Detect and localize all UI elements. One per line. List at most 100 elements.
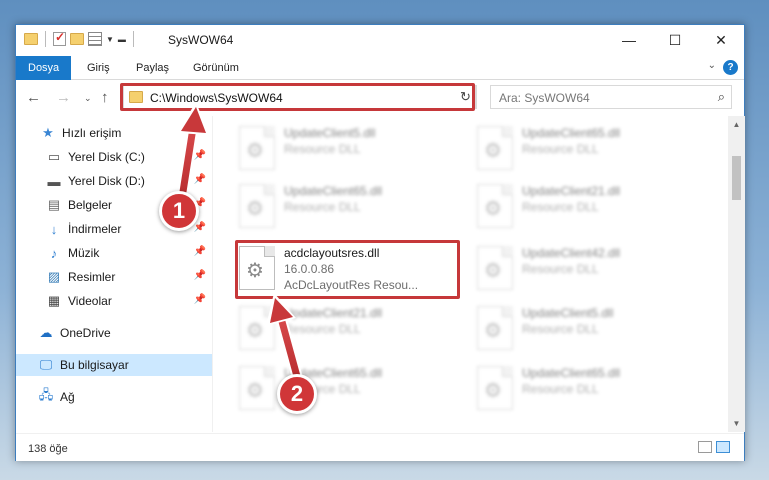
scrollbar-thumb[interactable] (732, 156, 741, 200)
minimize-button[interactable]: — (606, 25, 652, 55)
dll-file-icon: ⚙ (239, 366, 275, 410)
sidebar-item-disk-d[interactable]: ▬ Yerel Disk (D:) 📌 (16, 170, 212, 192)
file-name: UpdateClient42.dll (522, 246, 621, 260)
sidebar-item-label: Bu bilgisayar (60, 358, 129, 372)
ribbon-expand-icon[interactable]: ⌄ (708, 60, 716, 71)
sidebar-item-this-pc[interactable]: 🖵 Bu bilgisayar (16, 354, 212, 376)
search-placeholder[interactable]: Ara: SysWOW64 (499, 91, 590, 105)
step-2-badge: 2 (277, 374, 317, 414)
sidebar-item-network[interactable]: 🖧 Ağ (16, 386, 212, 408)
search-icon[interactable]: ⌕ (718, 89, 725, 105)
pin-icon[interactable]: 📌 (194, 270, 206, 281)
gear-icon: ⚙ (246, 320, 264, 342)
pin-icon[interactable]: 📌 (194, 294, 206, 305)
help-icon[interactable]: ? (723, 60, 738, 75)
dll-file-icon: ⚙ (239, 126, 275, 170)
dll-file-icon: ⚙ (477, 184, 513, 228)
sidebar-item-videos[interactable]: ▦ Videolar 📌 (16, 290, 212, 312)
sidebar-item-quick-access[interactable]: ★ Hızlı erişim (16, 122, 212, 144)
gear-icon: ⚙ (246, 198, 264, 220)
dll-file-icon: ⚙ (239, 184, 275, 228)
tab-gorunum[interactable]: Görünüm (193, 56, 239, 80)
list-item[interactable]: ⚙ UpdateClient65.dll Resource DLL (236, 178, 466, 234)
customize-toolbar-icon[interactable]: ▬ (118, 35, 126, 44)
file-highlight (235, 240, 460, 299)
pictures-icon: ▨ (47, 269, 61, 284)
list-item[interactable]: ⚙ UpdateClient65.dll Resource DLL (474, 120, 704, 176)
details-view-icon[interactable] (698, 441, 712, 453)
star-icon: ★ (42, 125, 54, 140)
sidebar-item-label: Resimler (68, 270, 116, 284)
file-name: UpdateClient65.dll (522, 126, 621, 140)
cloud-icon: ☁ (39, 325, 53, 340)
pin-icon[interactable]: 📌 (194, 222, 206, 233)
file-name: UpdateClient5.dll (284, 126, 376, 140)
file-type: Resource DLL (522, 200, 599, 214)
network-icon: 🖧 (38, 387, 54, 402)
search-box[interactable]: Ara: SysWOW64 ⌕ (490, 85, 732, 109)
sidebar-item-label: Yerel Disk (C:) (68, 150, 145, 164)
scroll-down-icon[interactable]: ▼ (728, 415, 745, 432)
list-item[interactable]: ⚙ UpdateClient42.dll Resource DLL (474, 240, 704, 296)
gear-icon: ⚙ (246, 380, 264, 402)
navigation-pane: ★ Hızlı erişim ▭ Yerel Disk (C:) 📌 ▬ Yer… (16, 116, 212, 432)
view-toggle (698, 441, 730, 453)
pin-icon[interactable]: 📌 (194, 246, 206, 257)
sidebar-item-label: Videolar (68, 294, 112, 308)
pin-icon[interactable]: 📌 (194, 174, 206, 185)
scroll-up-icon[interactable]: ▲ (728, 116, 745, 133)
close-button[interactable]: ✕ (698, 25, 744, 55)
dll-file-icon: ⚙ (477, 306, 513, 350)
tab-dosya[interactable]: Dosya (16, 56, 72, 80)
sidebar-item-label: Yerel Disk (D:) (68, 174, 145, 188)
quick-access-toolbar: ▼ ▬ (24, 30, 137, 47)
file-type: Resource DLL (284, 200, 361, 214)
list-item[interactable]: ⚙ UpdateClient21.dll Resource DLL (236, 300, 466, 356)
properties-icon[interactable] (88, 32, 102, 46)
chevron-down-icon[interactable]: ▼ (106, 35, 114, 44)
tab-giris[interactable]: Giriş (87, 56, 110, 80)
forward-arrow-icon[interactable]: → (56, 89, 71, 106)
list-item[interactable]: ⚙ UpdateClient65.dll Resource DLL (474, 360, 704, 416)
list-item[interactable]: ⚙ UpdateClient21.dll Resource DLL (474, 178, 704, 234)
dll-file-icon: ⚙ (239, 306, 275, 350)
tab-paylas[interactable]: Paylaş (136, 56, 169, 80)
dll-file-icon: ⚙ (477, 126, 513, 170)
sidebar-item-label: İndirmeler (68, 222, 122, 236)
folder-icon[interactable] (24, 33, 38, 45)
recent-locations-icon[interactable]: ⌄ (84, 93, 92, 104)
dll-file-icon: ⚙ (477, 246, 513, 290)
sidebar-item-label: Müzik (68, 246, 100, 260)
navigation-bar: ← → ⌄ ↑ C:\Windows\SysWOW64 ⌄ ↻ Ara: Sys… (16, 81, 744, 115)
title-bar: ▼ ▬ SysWOW64 — ☐ ✕ (16, 25, 744, 56)
properties-check-icon[interactable] (53, 30, 66, 46)
maximize-button[interactable]: ☐ (652, 25, 698, 55)
pin-icon[interactable]: 📌 (194, 150, 206, 161)
file-name: UpdateClient21.dll (522, 184, 621, 198)
file-type: Resource DLL (522, 262, 599, 276)
tiles-view-icon[interactable] (716, 441, 730, 453)
music-icon: ♪ (50, 245, 58, 261)
new-folder-icon[interactable] (70, 33, 84, 45)
sidebar-item-music[interactable]: ♪ Müzik 📌 (16, 242, 212, 264)
file-type: Resource DLL (522, 382, 599, 396)
sidebar-item-disk-c[interactable]: ▭ Yerel Disk (C:) 📌 (16, 146, 212, 168)
gear-icon: ⚙ (246, 140, 264, 162)
back-arrow-icon[interactable]: ← (26, 89, 41, 106)
vertical-scrollbar[interactable]: ▲ ▼ (728, 116, 745, 432)
list-item[interactable]: ⚙ UpdateClient5.dll Resource DLL (474, 300, 704, 356)
list-item[interactable]: ⚙ UpdateClient5.dll Resource DLL (236, 120, 466, 176)
step-1-badge: 1 (159, 191, 199, 231)
up-arrow-icon[interactable]: ↑ (101, 89, 109, 106)
file-type: Resource DLL (284, 322, 361, 336)
sidebar-item-label: OneDrive (60, 326, 111, 340)
sidebar-item-pictures[interactable]: ▨ Resimler 📌 (16, 266, 212, 288)
sidebar-item-onedrive[interactable]: ☁ OneDrive (16, 322, 212, 344)
window-controls: — ☐ ✕ (606, 25, 744, 55)
gear-icon: ⚙ (484, 198, 502, 220)
ribbon: Dosya Giriş Paylaş Görünüm ⌄ ? (16, 56, 744, 80)
drive-icon: ▬ (47, 173, 61, 189)
gear-icon: ⚙ (484, 260, 502, 282)
list-item[interactable]: ⚙ UpdateClient65.dll Resource DLL (236, 360, 466, 416)
documents-icon: ▤ (47, 197, 61, 212)
